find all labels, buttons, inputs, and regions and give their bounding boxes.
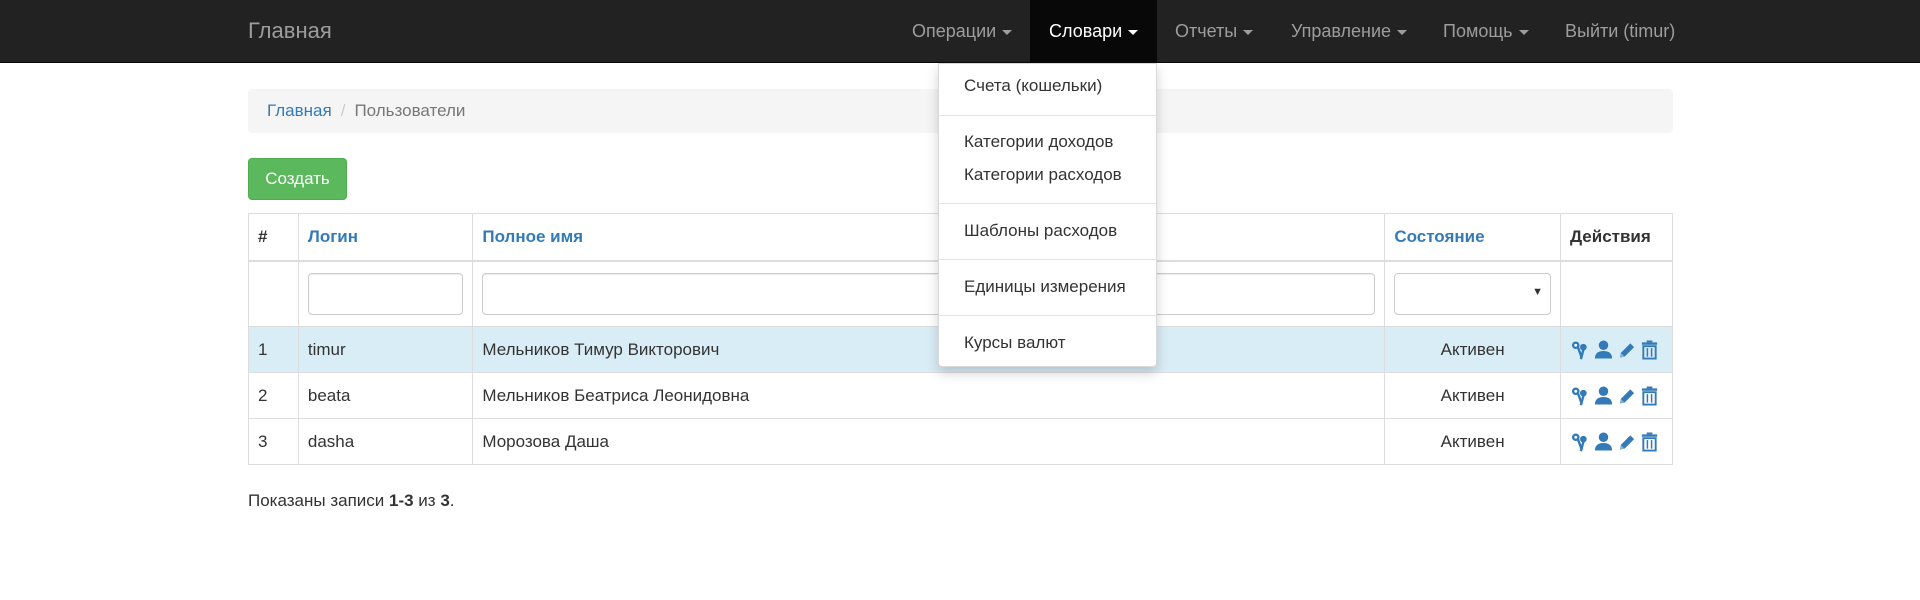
fullname-filter-input[interactable]	[482, 272, 1376, 315]
row-num: 1	[248, 326, 299, 373]
nav-label: Управление	[1291, 21, 1392, 41]
row-status: Активен	[1384, 326, 1561, 373]
user-icon[interactable]	[1594, 339, 1613, 361]
summary-total: 3	[440, 491, 450, 510]
row-login: beata	[297, 372, 474, 419]
trash-icon[interactable]	[1640, 431, 1659, 453]
column-header-actions: Действия	[1559, 213, 1674, 262]
nav-dictionaries[interactable]: Словари	[1030, 0, 1158, 62]
menu-divider	[939, 315, 1156, 316]
menu-item-currency-rates[interactable]: Курсы валют	[964, 332, 1066, 354]
menu-item-income-categories[interactable]: Категории доходов	[964, 131, 1113, 153]
filter-cell-empty	[1559, 260, 1674, 327]
top-navbar: Главная Операции Словари Отчеты Управлен…	[0, 0, 1920, 63]
menu-divider	[939, 115, 1156, 116]
nav-label: Выйти (timur)	[1565, 21, 1676, 41]
nav-label: Словари	[1049, 21, 1123, 41]
select-arrow-icon: ▼	[1532, 285, 1543, 298]
caret-down-icon	[1128, 29, 1139, 35]
sort-fullname-link[interactable]: Полное имя	[482, 227, 583, 246]
column-header-fullname: Полное имя	[472, 213, 1386, 262]
filter-cell-login	[297, 260, 474, 327]
row-login: dasha	[297, 418, 474, 465]
caret-down-icon	[1002, 29, 1013, 35]
nav-reports[interactable]: Отчеты	[1156, 0, 1272, 62]
status-filter-select[interactable]: ▼	[1394, 272, 1551, 315]
sort-login-link[interactable]: Логин	[308, 227, 358, 246]
brand-link[interactable]: Главная	[248, 18, 332, 44]
dictionaries-dropdown-menu: Счета (кошельки) Категории доходов Катег…	[938, 63, 1157, 367]
summary-middle: из	[413, 491, 441, 510]
summary-suffix: .	[449, 491, 455, 510]
nav-label: Отчеты	[1175, 21, 1238, 41]
table-row: 2 beata Мельников Беатриса Леонидовна Ак…	[248, 372, 1674, 419]
menu-item-expense-categories[interactable]: Категории расходов	[964, 164, 1122, 186]
row-fullname: Мельников Беатриса Леонидовна	[472, 372, 1386, 419]
filter-cell-empty	[248, 260, 299, 327]
caret-down-icon	[1397, 29, 1408, 35]
pagination-summary: Показаны записи 1-3 из 3.	[248, 490, 455, 512]
menu-divider	[939, 259, 1156, 260]
keys-icon[interactable]	[1571, 431, 1590, 453]
breadcrumb-separator: /	[340, 101, 346, 120]
nav-help[interactable]: Помощь	[1424, 0, 1548, 62]
nav-operations[interactable]: Операции	[893, 0, 1031, 62]
keys-icon[interactable]	[1571, 385, 1590, 407]
row-actions	[1559, 372, 1674, 419]
menu-divider	[939, 203, 1156, 204]
summary-range: 1-3	[389, 491, 414, 510]
pencil-icon[interactable]	[1617, 431, 1636, 453]
row-login: timur	[297, 326, 474, 373]
filter-cell-fullname	[472, 260, 1386, 327]
nav-label: Помощь	[1443, 21, 1513, 41]
menu-item-units[interactable]: Единицы измерения	[964, 276, 1126, 298]
caret-down-icon	[1518, 29, 1529, 35]
breadcrumb-current: Пользователи	[354, 101, 466, 120]
trash-icon[interactable]	[1640, 385, 1659, 407]
nav-management[interactable]: Управление	[1272, 0, 1426, 62]
keys-icon[interactable]	[1571, 339, 1590, 361]
row-num: 3	[248, 418, 299, 465]
breadcrumb-home-link[interactable]: Главная	[267, 101, 332, 120]
sort-status-link[interactable]: Состояние	[1394, 227, 1484, 246]
row-fullname: Мельников Тимур Викторович	[472, 326, 1386, 373]
summary-prefix: Показаны записи	[248, 491, 389, 510]
filter-cell-status: ▼	[1384, 260, 1561, 327]
row-actions	[1559, 418, 1674, 465]
pencil-icon[interactable]	[1617, 339, 1636, 361]
menu-item-expense-templates[interactable]: Шаблоны расходов	[964, 220, 1117, 242]
table-row: 3 dasha Морозова Даша Активен	[248, 418, 1674, 465]
user-icon[interactable]	[1594, 431, 1613, 453]
user-icon[interactable]	[1594, 385, 1613, 407]
row-num: 2	[248, 372, 299, 419]
row-fullname: Морозова Даша	[472, 418, 1386, 465]
caret-down-icon	[1243, 29, 1254, 35]
column-header-login: Логин	[297, 213, 474, 262]
column-header-num: #	[248, 213, 299, 262]
column-header-status: Состояние	[1384, 213, 1561, 262]
row-status: Активен	[1384, 418, 1561, 465]
nav-label: Операции	[912, 21, 997, 41]
nav-logout[interactable]: Выйти (timur)	[1546, 0, 1694, 62]
row-status: Активен	[1384, 372, 1561, 419]
login-filter-input[interactable]	[307, 272, 464, 315]
row-actions	[1559, 326, 1674, 373]
create-button[interactable]: Создать	[248, 158, 347, 200]
pencil-icon[interactable]	[1617, 385, 1636, 407]
menu-item-accounts[interactable]: Счета (кошельки)	[964, 75, 1102, 97]
trash-icon[interactable]	[1640, 339, 1659, 361]
